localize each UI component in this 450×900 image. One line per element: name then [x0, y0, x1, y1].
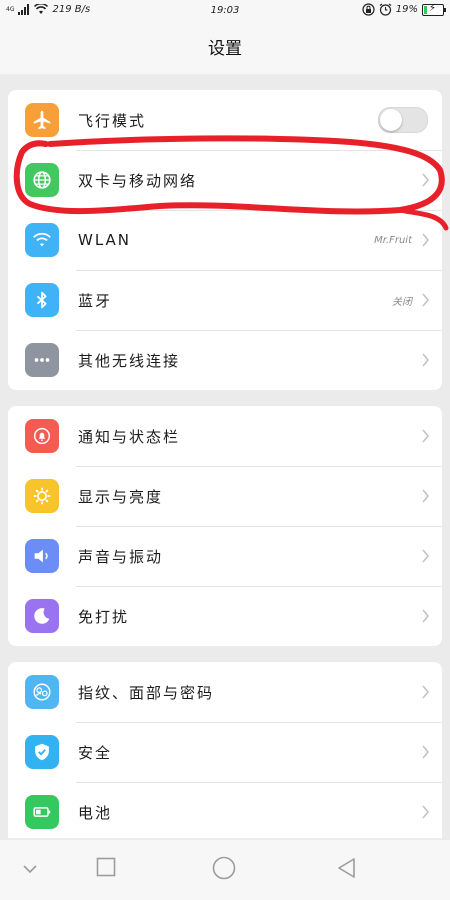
fingerprint-label: 指纹、面部与密码 [78, 683, 215, 702]
chevron-right-icon [422, 173, 429, 187]
chevron-right-icon [422, 293, 429, 307]
navigation-bar [0, 840, 450, 900]
sound-label: 声音与振动 [78, 547, 164, 566]
chevron-right-icon [422, 685, 429, 699]
moon-icon [25, 599, 59, 633]
status-bar: 4G 219 B/s 19:03 19% ⚡ [0, 0, 450, 24]
battery-percent: 19% [395, 4, 418, 15]
wlan-label: WLAN [78, 231, 132, 249]
globe-icon [25, 163, 59, 197]
fingerprint-face-icon [25, 675, 59, 709]
chevron-right-icon [422, 609, 429, 623]
more-dots-icon [25, 343, 59, 377]
bluetooth-status: 关闭 [392, 296, 412, 308]
setting-other-wireless[interactable]: 其他无线连接 [8, 330, 442, 390]
chevron-down-icon[interactable] [22, 864, 38, 874]
chevron-right-icon [422, 429, 429, 443]
battery-icon [25, 795, 59, 829]
chevron-right-icon [422, 745, 429, 759]
shield-check-icon [25, 735, 59, 769]
chevron-right-icon [422, 353, 429, 367]
chevron-right-icon [422, 805, 429, 819]
security-label: 安全 [78, 743, 113, 762]
chevron-right-icon [422, 549, 429, 563]
speaker-icon [25, 539, 59, 573]
settings-group-personalization: 通知与状态栏 显示与亮度 声音与振动 免打扰 [8, 406, 442, 646]
setting-security[interactable]: 安全 [8, 722, 442, 782]
alarm-icon [379, 3, 392, 16]
setting-display-brightness[interactable]: 显示与亮度 [8, 466, 442, 526]
display-label: 显示与亮度 [78, 487, 164, 506]
setting-do-not-disturb[interactable]: 免打扰 [8, 586, 442, 646]
bluetooth-icon [25, 283, 59, 317]
dnd-label: 免打扰 [78, 607, 130, 626]
airplane-mode-label: 飞行模式 [78, 111, 147, 130]
toggle-knob [380, 109, 402, 131]
airplane-mode-toggle[interactable] [378, 107, 428, 133]
setting-fingerprint-face-password[interactable]: 指纹、面部与密码 [8, 662, 442, 722]
page-title: 设置 [0, 24, 450, 74]
setting-bluetooth[interactable]: 蓝牙 关闭 [8, 270, 442, 330]
dual-sim-label: 双卡与移动网络 [78, 171, 198, 190]
recent-apps-icon[interactable] [96, 857, 116, 877]
setting-sound-vibration[interactable]: 声音与振动 [8, 526, 442, 586]
setting-wlan[interactable]: WLAN Mr.Fruit [8, 210, 442, 270]
notifications-label: 通知与状态栏 [78, 427, 181, 446]
setting-airplane-mode[interactable]: 飞行模式 [8, 90, 442, 150]
airplane-icon [25, 103, 59, 137]
wifi-icon [25, 223, 59, 257]
charging-bolt-icon: ⚡ [429, 2, 437, 14]
battery-charging-icon: ⚡ [422, 2, 446, 16]
status-right: 19% ⚡ [362, 2, 446, 16]
settings-group-security: 指纹、面部与密码 安全 电池 [8, 662, 442, 838]
bluetooth-label: 蓝牙 [78, 291, 113, 310]
wlan-network-name: Mr.Fruit [374, 234, 412, 246]
home-icon[interactable] [212, 856, 236, 880]
setting-battery[interactable]: 电池 [8, 782, 442, 838]
battery-fill [424, 5, 428, 14]
setting-notifications-statusbar[interactable]: 通知与状态栏 [8, 406, 442, 466]
battery-label: 电池 [78, 803, 113, 822]
sun-icon [25, 479, 59, 513]
chevron-right-icon [422, 489, 429, 503]
back-icon[interactable] [336, 857, 356, 879]
bell-icon [25, 419, 59, 453]
chevron-right-icon [422, 233, 429, 247]
lock-rotation-icon [362, 3, 375, 16]
setting-dual-sim-mobile-network[interactable]: 双卡与移动网络 [8, 150, 442, 210]
other-wireless-label: 其他无线连接 [78, 351, 181, 370]
settings-group-connectivity: 飞行模式 双卡与移动网络 WLAN Mr.Fruit 蓝牙 关闭 其他无线连接 [8, 90, 442, 390]
